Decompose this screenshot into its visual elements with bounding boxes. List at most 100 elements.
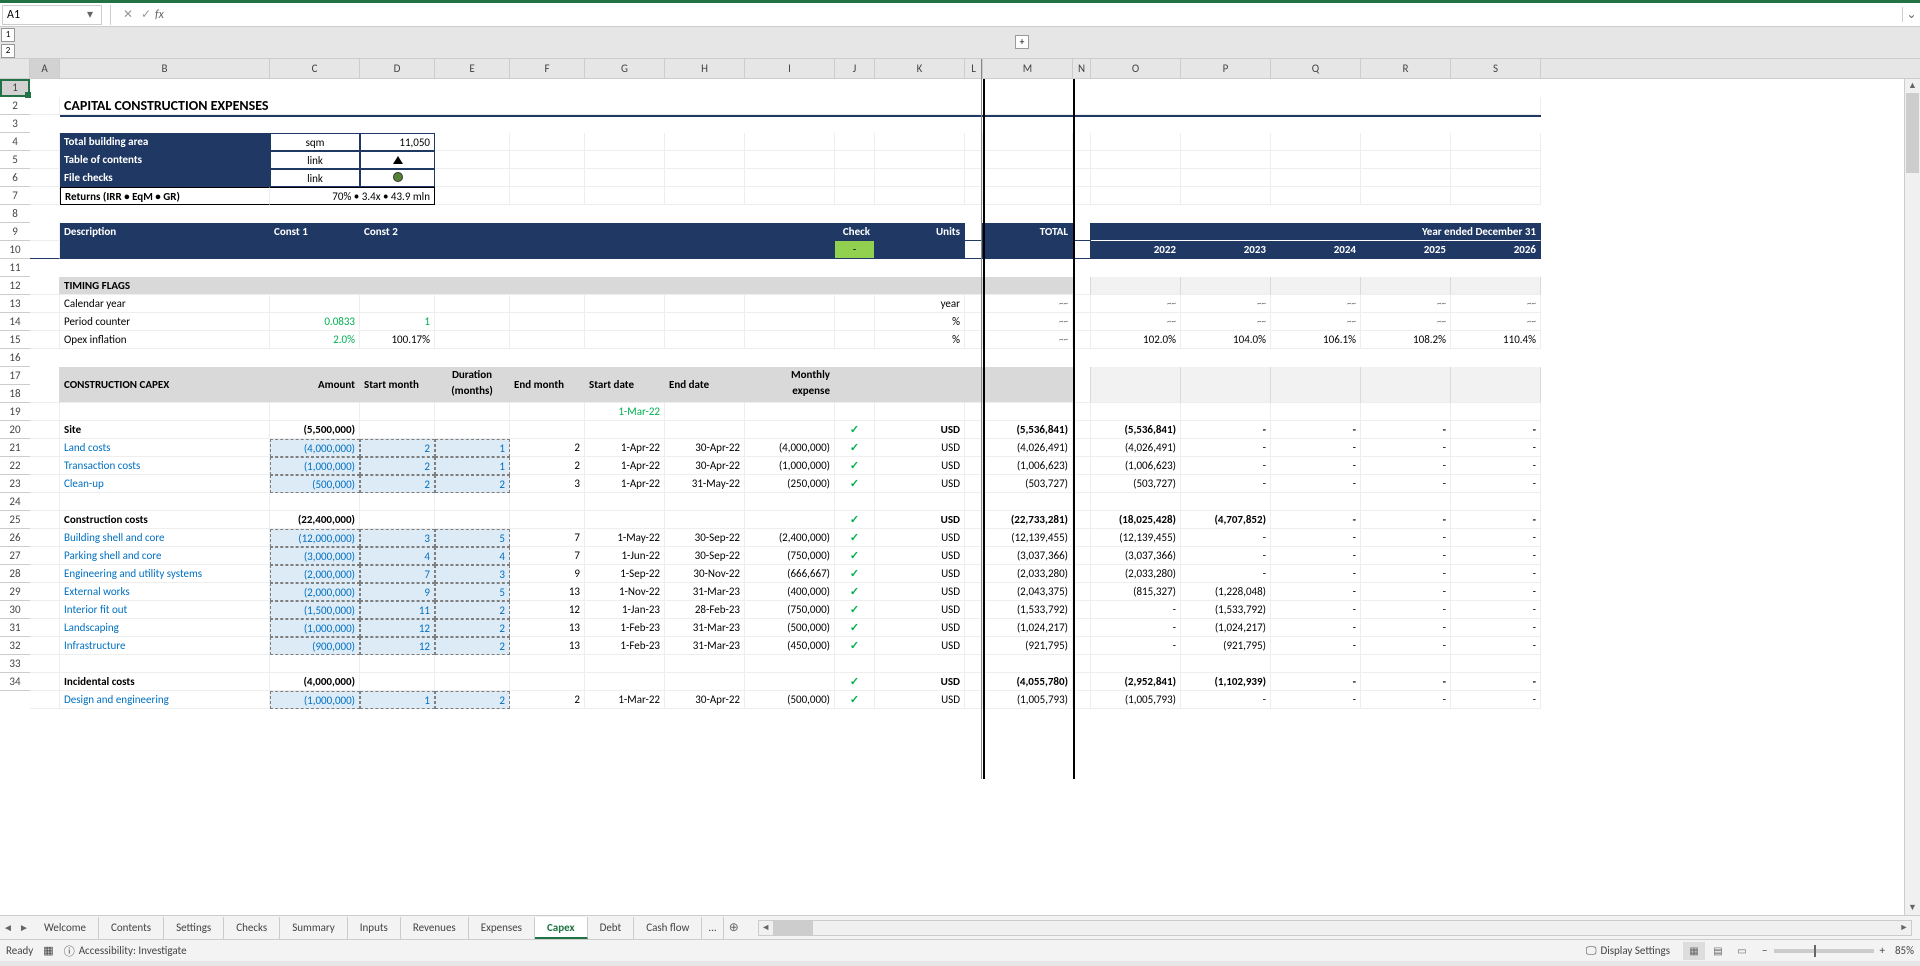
select-all-corner[interactable] — [0, 59, 30, 79]
row-header-31[interactable]: 31 — [0, 619, 30, 637]
sheet-tab-checks[interactable]: Checks — [224, 917, 280, 939]
zoom-out-icon[interactable]: − — [1762, 944, 1767, 957]
row-header-32[interactable]: 32 — [0, 637, 30, 655]
accessibility-icon[interactable]: ⓘ — [64, 943, 75, 959]
sheet-tab-settings[interactable]: Settings — [164, 917, 224, 939]
row-header-6[interactable]: 6 — [0, 169, 30, 187]
name-box[interactable]: A1 ▾ — [2, 5, 102, 25]
row-header-12[interactable]: 12 — [0, 277, 30, 295]
row-header-23[interactable]: 23 — [0, 475, 30, 493]
row-header-15[interactable]: 15 — [0, 331, 30, 349]
outline-expand-icon[interactable]: + — [1015, 35, 1029, 49]
row-header-17[interactable]: 17 — [0, 367, 30, 385]
row-header-19[interactable]: 19 — [0, 403, 30, 421]
tab-more[interactable]: ... — [702, 917, 723, 939]
sheet-tab-welcome[interactable]: Welcome — [32, 917, 99, 939]
row-header-10[interactable]: 10 — [0, 241, 30, 259]
normal-view-icon[interactable]: ▦ — [1683, 942, 1705, 960]
sheet-tab-summary[interactable]: Summary — [280, 917, 348, 939]
row-header-27[interactable]: 27 — [0, 547, 30, 565]
row-header-24[interactable]: 24 — [0, 493, 30, 511]
formula-bar: A1 ▾ ✕ ✓ fx ⌄ — [0, 3, 1920, 27]
page-break-view-icon[interactable]: ▭ — [1731, 942, 1753, 960]
row-header-20[interactable]: 20 — [0, 421, 30, 439]
hscroll-right-icon[interactable]: ► — [1897, 922, 1911, 933]
outline-level-2[interactable]: 2 — [1, 44, 15, 58]
col-header-A[interactable]: A — [30, 59, 60, 78]
col-header-R[interactable]: R — [1361, 59, 1451, 78]
row-header-7[interactable]: 7 — [0, 187, 30, 205]
row-header-3[interactable]: 3 — [0, 115, 30, 133]
sheet-tab-capex[interactable]: Capex — [535, 917, 588, 939]
col-header-H[interactable]: H — [665, 59, 745, 78]
col-header-N[interactable]: N — [1073, 59, 1091, 78]
row-header-34[interactable]: 34 — [0, 673, 30, 691]
row-header-9[interactable]: 9 — [0, 223, 30, 241]
col-header-I[interactable]: I — [745, 59, 835, 78]
row-header-26[interactable]: 26 — [0, 529, 30, 547]
row-header-4[interactable]: 4 — [0, 133, 30, 151]
scroll-up-icon[interactable]: ▲ — [1905, 79, 1920, 93]
col-header-C[interactable]: C — [270, 59, 360, 78]
horizontal-scrollbar[interactable]: ◄ ► — [758, 920, 1912, 936]
col-header-J[interactable]: J — [835, 59, 875, 78]
page-layout-view-icon[interactable]: ▤ — [1707, 942, 1729, 960]
col-header-K[interactable]: K — [875, 59, 965, 78]
vertical-scrollbar[interactable]: ▲ ▼ — [1904, 79, 1920, 915]
sheet-tab-revenues[interactable]: Revenues — [401, 917, 469, 939]
expand-formula-bar-icon[interactable]: ⌄ — [1902, 7, 1920, 22]
tab-nav-next-icon[interactable]: ► — [16, 921, 32, 934]
row-header-8[interactable]: 8 — [0, 205, 30, 223]
col-header-S[interactable]: S — [1451, 59, 1541, 78]
row-header-5[interactable]: 5 — [0, 151, 30, 169]
sheet-tab-inputs[interactable]: Inputs — [348, 917, 401, 939]
col-header-F[interactable]: F — [510, 59, 585, 78]
macro-record-icon[interactable]: ▦ — [43, 944, 53, 957]
name-box-dropdown-icon[interactable]: ▾ — [83, 7, 97, 22]
scroll-down-icon[interactable]: ▼ — [1905, 901, 1920, 915]
zoom-level[interactable]: 85% — [1895, 944, 1914, 957]
row-header-22[interactable]: 22 — [0, 457, 30, 475]
spreadsheet-grid[interactable]: ABCDEFGHIJKLMNOPQRS 12345678910111213141… — [0, 59, 1920, 915]
row-header-16[interactable]: 16 — [0, 349, 30, 367]
col-header-P[interactable]: P — [1181, 59, 1271, 78]
row-header-13[interactable]: 13 — [0, 295, 30, 313]
formula-input[interactable] — [168, 5, 1902, 25]
row-header-11[interactable]: 11 — [0, 259, 30, 277]
row-header-21[interactable]: 21 — [0, 439, 30, 457]
row-header-18[interactable]: 18 — [0, 385, 30, 403]
col-header-G[interactable]: G — [585, 59, 665, 78]
accessibility-status[interactable]: Accessibility: Investigate — [79, 944, 187, 957]
outline-level-1[interactable]: 1 — [1, 28, 15, 42]
row-header-33[interactable]: 33 — [0, 655, 30, 673]
add-sheet-icon[interactable]: ⊕ — [724, 920, 744, 935]
tab-nav-prev-icon[interactable]: ◄ — [0, 921, 16, 934]
row-header-25[interactable]: 25 — [0, 511, 30, 529]
hscroll-left-icon[interactable]: ◄ — [759, 922, 773, 933]
col-header-D[interactable]: D — [360, 59, 435, 78]
zoom-slider[interactable] — [1774, 949, 1874, 953]
sheet-tab-contents[interactable]: Contents — [99, 917, 164, 939]
sheet-tab-debt[interactable]: Debt — [588, 917, 635, 939]
display-settings[interactable]: Display Settings — [1600, 944, 1670, 957]
row-header-1[interactable]: 1 — [0, 79, 30, 97]
hscroll-thumb[interactable] — [773, 921, 813, 935]
fx-icon[interactable]: fx — [155, 8, 164, 22]
name-box-value: A1 — [7, 8, 20, 22]
row-header-14[interactable]: 14 — [0, 313, 30, 331]
row-header-30[interactable]: 30 — [0, 601, 30, 619]
col-header-M[interactable]: M — [983, 59, 1073, 78]
col-header-O[interactable]: O — [1091, 59, 1181, 78]
sheet-tab-expenses[interactable]: Expenses — [469, 917, 535, 939]
row-header-28[interactable]: 28 — [0, 565, 30, 583]
row-header-2[interactable]: 2 — [0, 97, 30, 115]
display-settings-icon[interactable]: 🖵 — [1586, 944, 1597, 958]
col-header-E[interactable]: E — [435, 59, 510, 78]
sheet-tab-cash-flow[interactable]: Cash flow — [634, 917, 702, 939]
scroll-thumb[interactable] — [1906, 93, 1919, 173]
page-title[interactable]: CAPITAL CONSTRUCTION EXPENSES — [60, 97, 1541, 115]
col-header-B[interactable]: B — [60, 59, 270, 78]
zoom-in-icon[interactable]: + — [1880, 944, 1885, 957]
row-header-29[interactable]: 29 — [0, 583, 30, 601]
col-header-Q[interactable]: Q — [1271, 59, 1361, 78]
